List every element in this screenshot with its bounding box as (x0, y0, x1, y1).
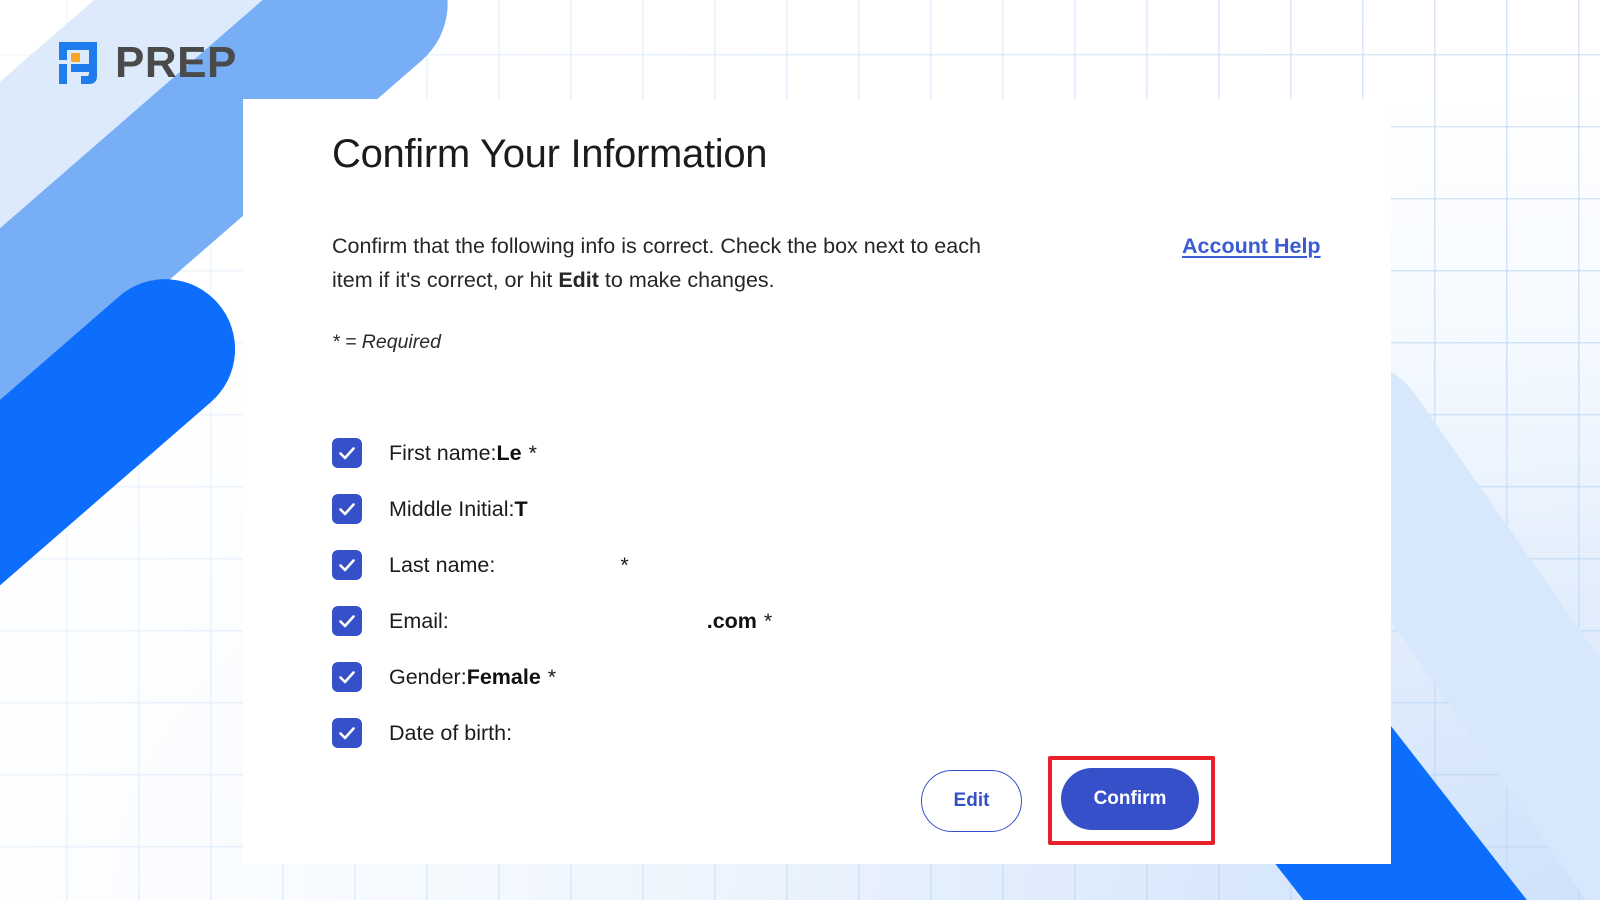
checkbox-gender[interactable] (332, 662, 362, 692)
page-root: PREP Confirm Your Information Confirm th… (0, 0, 1600, 900)
field-value-first-name: Le (496, 440, 522, 465)
checkmark-icon (337, 667, 357, 687)
checkmark-icon (337, 611, 357, 631)
checkbox-last-name[interactable] (332, 550, 362, 580)
checklist-label-email: Email: .com * (389, 608, 772, 634)
intro-paragraph: Confirm that the following info is corre… (332, 229, 1022, 297)
field-value-email-redacted (449, 608, 707, 628)
field-value-last-name-redacted (495, 552, 613, 572)
field-value-gender: Female (466, 664, 541, 689)
checkbox-date-of-birth[interactable] (332, 718, 362, 748)
field-label-date-of-birth: Date of birth: (389, 720, 513, 745)
field-label-middle-initial: Middle Initial: (389, 496, 515, 521)
checkmark-icon (337, 723, 357, 743)
field-label-email: Email: (389, 609, 449, 633)
checklist-label-middle-initial: Middle Initial: T (389, 497, 535, 522)
page-title: Confirm Your Information (332, 132, 768, 176)
page-header: PREP (0, 0, 1600, 99)
checklist-label-date-of-birth: Date of birth: (389, 721, 519, 746)
form-actions: Edit Confirm (332, 756, 1332, 845)
field-value-email-domain: .com (706, 609, 757, 633)
checklist-row-email[interactable]: Email: .com * (332, 593, 1332, 649)
required-star-last-name: * (620, 553, 629, 577)
field-label-last-name: Last name: (389, 553, 496, 577)
checklist-row-last-name[interactable]: Last name: * (332, 537, 1332, 593)
field-value-middle-initial: T (514, 496, 528, 521)
checkbox-email[interactable] (332, 606, 362, 636)
checkmark-icon (337, 499, 357, 519)
checklist-row-gender[interactable]: Gender: Female * (332, 649, 1332, 705)
required-star-gender: * (547, 664, 557, 689)
intro-text-part2: to make changes. (598, 268, 775, 292)
required-legend: * = Required (332, 331, 441, 353)
confirm-button[interactable]: Confirm (1061, 768, 1199, 830)
content-card: Confirm Your Information Confirm that th… (243, 99, 1391, 864)
prep-logo-icon (51, 36, 105, 90)
confirmation-checklist: First name: Le * Middle Initial: T Last … (332, 425, 1332, 761)
checkmark-icon (337, 443, 357, 463)
field-label-gender: Gender: (389, 664, 467, 689)
brand-wordmark: PREP (115, 38, 237, 87)
field-label-first-name: First name: (389, 440, 497, 465)
confirm-button-highlight: Confirm (1048, 756, 1215, 845)
checklist-label-last-name: Last name: * (389, 552, 629, 578)
checklist-label-first-name: First name: Le * (389, 441, 537, 466)
required-star-first-name: * (528, 440, 537, 465)
required-star-email: * (763, 609, 773, 633)
checklist-row-first-name[interactable]: First name: Le * (332, 425, 1332, 481)
checkmark-icon (337, 555, 357, 575)
brand-logo[interactable]: PREP (51, 36, 237, 90)
checkbox-middle-initial[interactable] (332, 494, 362, 524)
account-help-link[interactable]: Account Help (1182, 234, 1321, 259)
content-card-inner: Confirm Your Information Confirm that th… (332, 99, 1332, 864)
checklist-label-gender: Gender: Female * (389, 665, 556, 690)
edit-button[interactable]: Edit (921, 769, 1022, 832)
checkbox-first-name[interactable] (332, 438, 362, 468)
checklist-row-middle-initial[interactable]: Middle Initial: T (332, 481, 1332, 537)
checklist-row-date-of-birth[interactable]: Date of birth: (332, 705, 1332, 761)
intro-text-edit-emphasis: Edit (558, 268, 599, 292)
